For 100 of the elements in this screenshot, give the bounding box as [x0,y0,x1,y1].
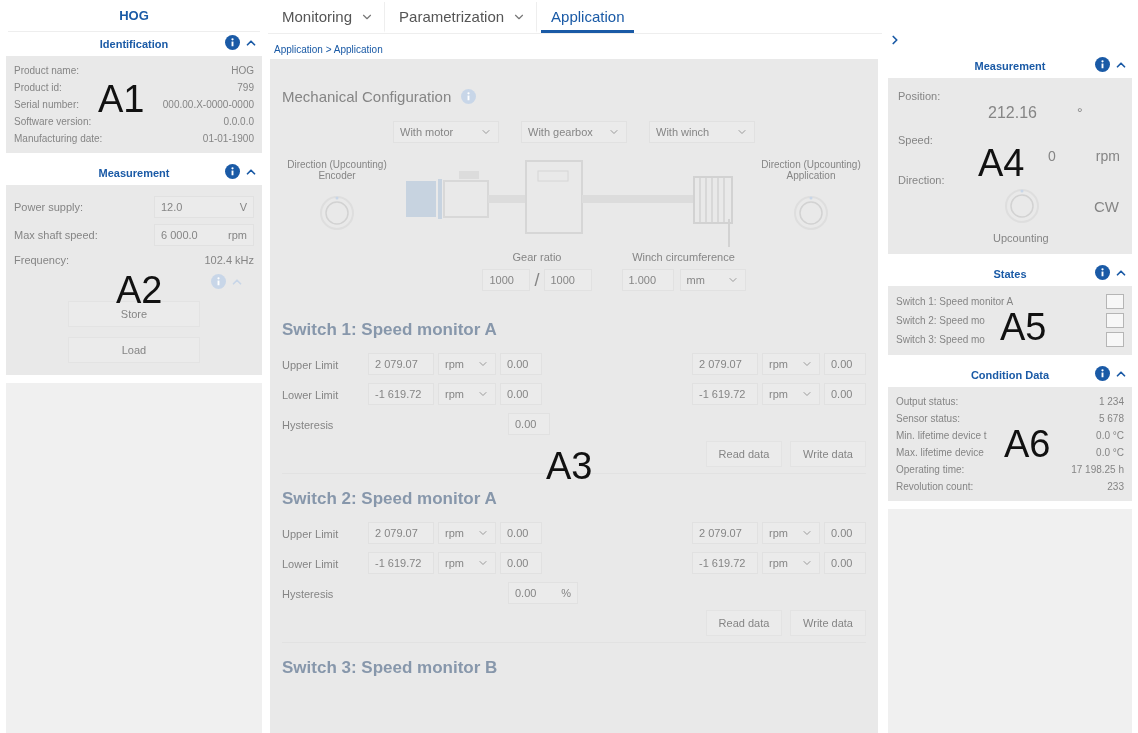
area-label: A5 [1000,308,1047,346]
field-label: Speed: [898,134,933,146]
ghost-button[interactable]: Read data [706,441,782,467]
input-field[interactable]: 0.00 % [508,582,578,604]
field-label: Software version: [14,116,92,127]
breadcrumb[interactable]: Application > Application [268,34,882,59]
field-value: 01-01-1900 [202,133,254,144]
state-label: Switch 3: Speed mo [896,334,985,345]
section-title: Condition Data [970,369,1050,381]
field-label: Output status: [896,396,959,407]
ratio-separator: / [534,269,540,291]
field-value: 0.0 °C [1096,447,1124,458]
ghost-button[interactable]: Read data [706,610,782,636]
field-value: 102.4 kHz [204,254,254,266]
dropdown[interactable]: rpm [762,522,820,544]
area-label: A3 [546,447,593,485]
field-value: 233 [1107,481,1124,492]
field-label: Sensor status: [896,413,960,424]
field-value: 000.00.X-0000-0000 [162,99,254,110]
dropdown[interactable]: With motor [393,121,499,143]
dropdown[interactable]: rpm [762,552,820,574]
field-label: Frequency: [14,254,70,266]
direction-dial-icon [1004,188,1040,224]
area-label: A1 [98,80,145,118]
input-field[interactable]: 12.0 V [154,196,254,218]
field-label: Operating time: [896,464,965,475]
input-field[interactable]: -1 619.72 [692,552,758,574]
input-field[interactable]: 2 079.07 [368,522,434,544]
field-label: Product id: [14,82,62,93]
unit-label: rpm [1095,148,1120,164]
section-heading: Switch 3: Speed monitor B [282,657,499,679]
tab[interactable]: Monitoring [272,2,386,33]
info-icon[interactable] [1095,366,1110,381]
direction-dial-icon [319,195,355,231]
input-field[interactable]: -1 619.72 [368,552,434,574]
input-field[interactable]: 0.00 [500,552,542,574]
field-label: Product name: [14,65,80,76]
section-heading: Switch 1: Speed monitor A [282,319,498,341]
tab[interactable]: Application [541,2,635,33]
field-label: Power supply: [14,201,84,213]
field-value: 1 234 [1098,396,1124,407]
field-label: Manufacturing date: [14,133,103,144]
section-title: Measurement [98,167,170,179]
info-icon[interactable] [225,35,240,50]
field-label: Gear ratio [512,251,562,263]
dropdown[interactable]: rpm [438,353,496,375]
info-icon[interactable] [225,164,240,179]
input-field[interactable]: 1000 [543,269,592,291]
dropdown[interactable]: mm [679,269,746,291]
input-field[interactable]: 0.00 [500,353,542,375]
input-field[interactable]: 0.00 [508,413,550,435]
direction-value: CW [1094,197,1119,215]
input-field[interactable]: 0.00 [824,353,866,375]
dropdown[interactable]: rpm [762,383,820,405]
dropdown[interactable]: With winch [649,121,755,143]
field-label: Lower Limit [282,389,339,401]
dropdown[interactable]: rpm [438,522,496,544]
field-value: 0.0.0.0 [223,116,254,127]
field-label: Lower Limit [282,558,339,570]
section-title: Identification [99,38,169,50]
dropdown[interactable]: rpm [438,552,496,574]
input-field[interactable]: 0.00 [500,522,542,544]
field-value: HOG [231,65,254,76]
ghost-button[interactable]: Load [68,337,200,363]
input-field[interactable]: 2 079.07 [692,353,758,375]
input-field[interactable]: 0.00 [500,383,542,405]
input-field[interactable]: 1000 [482,269,531,291]
input-field[interactable]: 0.00 [824,522,866,544]
section-title: Measurement [974,60,1046,72]
field-label: Max. lifetime device [896,447,984,458]
section-heading: Mechanical Configuration [282,87,452,105]
ghost-button[interactable]: Write data [790,610,866,636]
section-title: States [993,268,1027,280]
info-icon[interactable] [1095,265,1110,280]
area-label: A6 [1004,425,1051,463]
input-field[interactable]: 0.00 [824,383,866,405]
input-field[interactable]: -1 619.72 [368,383,434,405]
position-value: 212.16 [988,104,1037,122]
section-heading: Switch 2: Speed monitor A [282,488,498,510]
input-field[interactable]: 0.00 [824,552,866,574]
input-field[interactable]: 1.000 [621,269,674,291]
info-icon[interactable] [1095,57,1110,72]
field-value: 5 678 [1098,413,1124,424]
field-label: Winch circumference [632,251,735,263]
dropdown[interactable]: With gearbox [521,121,627,143]
input-field[interactable]: 6 000.0 rpm [154,224,254,246]
dropdown[interactable]: rpm [762,353,820,375]
dropdown[interactable]: rpm [438,383,496,405]
field-label: Upper Limit [282,359,339,371]
unit-label: ° [1076,105,1083,121]
field-value: 0.0 °C [1096,430,1124,441]
field-label: Position: [898,90,941,102]
ghost-button[interactable]: Write data [790,441,866,467]
tab[interactable]: Parametrization [389,2,538,33]
input-field[interactable]: 2 079.07 [692,522,758,544]
input-field[interactable]: 2 079.07 [368,353,434,375]
state-label: Switch 2: Speed mo [896,315,985,326]
input-field[interactable]: -1 619.72 [692,383,758,405]
direction-state: Upcounting [993,232,1049,244]
field-label: Direction: [898,174,945,186]
